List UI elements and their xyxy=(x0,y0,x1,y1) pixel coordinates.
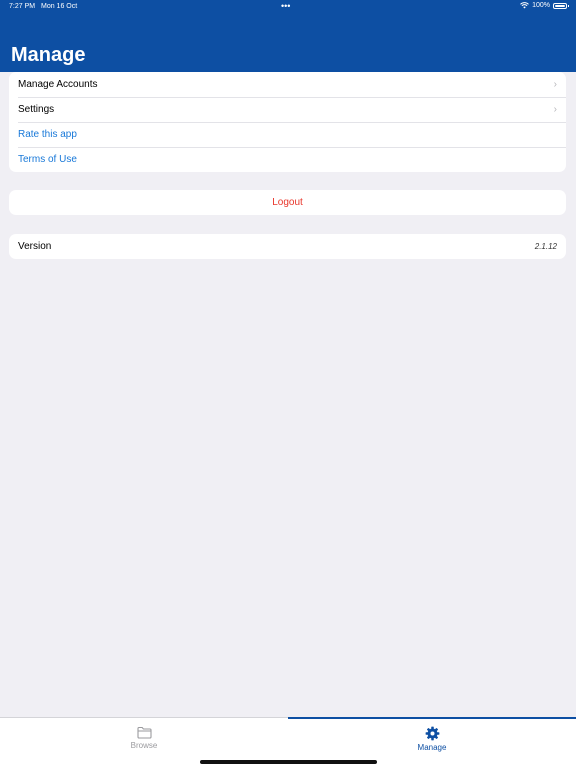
navigation-header: 7:27 PM Mon 16 Oct ••• 100% Manage xyxy=(0,0,576,72)
menu-item-manage-accounts[interactable]: Manage Accounts › xyxy=(9,72,566,97)
menu-item-label: Settings xyxy=(18,104,55,115)
menu-group: Manage Accounts › Settings › Rate this a… xyxy=(9,72,566,172)
chevron-right-icon: › xyxy=(553,79,557,90)
status-date: Mon 16 Oct xyxy=(41,3,78,10)
menu-item-rate-app[interactable]: Rate this app xyxy=(9,122,566,147)
tab-browse[interactable]: Browse xyxy=(0,726,288,750)
tab-label: Browse xyxy=(130,741,158,750)
chevron-right-icon: › xyxy=(553,104,557,115)
home-indicator[interactable] xyxy=(200,760,377,764)
logout-group: Logout xyxy=(9,190,566,215)
status-time: 7:27 PM xyxy=(9,3,36,10)
tab-label: Manage xyxy=(417,743,447,752)
menu-item-label: Terms of Use xyxy=(18,154,77,165)
battery-percent: 100% xyxy=(532,2,550,9)
logout-label: Logout xyxy=(272,197,303,208)
multitasking-dots[interactable]: ••• xyxy=(281,1,290,11)
page-title: Manage xyxy=(11,44,86,66)
wifi-icon xyxy=(520,2,529,9)
menu-item-settings[interactable]: Settings › xyxy=(9,97,566,122)
logout-button[interactable]: Logout xyxy=(9,190,566,215)
folder-icon xyxy=(136,726,152,739)
selected-tab-indicator xyxy=(288,717,576,719)
status-right: 100% xyxy=(520,2,569,9)
version-row: Version 2.1.12 xyxy=(9,234,566,259)
gear-icon xyxy=(425,726,439,741)
menu-item-terms-of-use[interactable]: Terms of Use xyxy=(9,147,566,172)
version-value: 2.1.12 xyxy=(534,242,557,251)
version-label: Version xyxy=(18,241,52,252)
battery-icon xyxy=(553,2,569,9)
tab-manage[interactable]: Manage xyxy=(288,726,576,752)
version-group: Version 2.1.12 xyxy=(9,234,566,259)
menu-item-label: Manage Accounts xyxy=(18,79,98,90)
menu-item-label: Rate this app xyxy=(18,129,77,140)
